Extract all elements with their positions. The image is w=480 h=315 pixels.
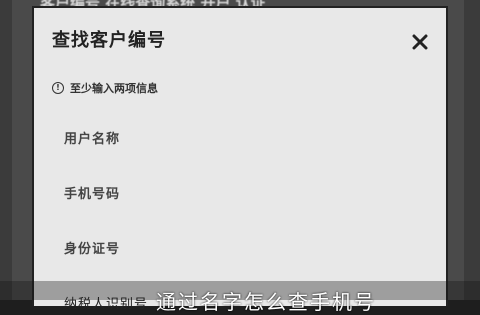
info-icon: !: [52, 82, 64, 94]
find-customer-number-dialog: 查找客户编号 ! 至少输入两项信息 用户名称 手机号码 身份证号 纳税人识别号: [32, 6, 448, 312]
hint-row: ! 至少输入两项信息: [52, 80, 158, 96]
close-icon: [412, 34, 428, 50]
phone-number-field[interactable]: 手机号码: [64, 183, 120, 202]
close-button[interactable]: [408, 30, 432, 54]
id-card-number-field[interactable]: 身份证号: [64, 238, 120, 257]
video-subtitle: 通过名字怎么查手机号: [156, 290, 376, 314]
right-edge: [464, 0, 480, 300]
hint-text: 至少输入两项信息: [70, 82, 158, 95]
username-field[interactable]: 用户名称: [64, 128, 120, 147]
left-edge: [0, 0, 12, 300]
dialog-title: 查找客户编号: [52, 30, 166, 51]
